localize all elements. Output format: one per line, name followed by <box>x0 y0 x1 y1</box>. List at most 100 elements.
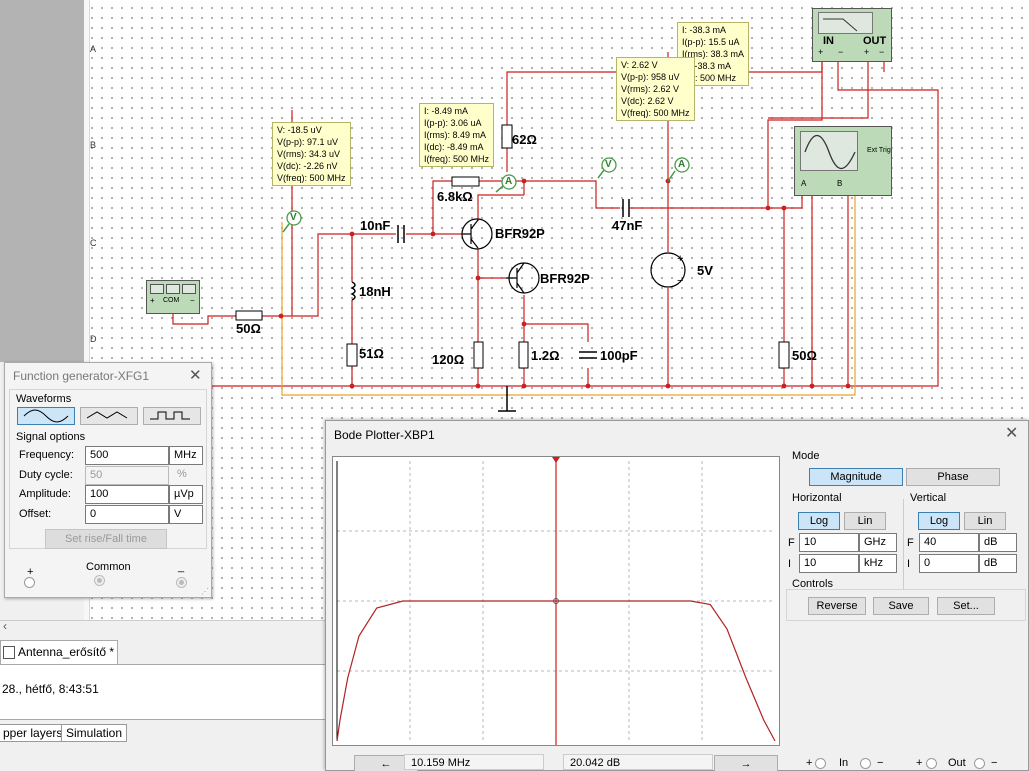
signal-options-label: Signal options <box>16 431 86 443</box>
label-v-5v[interactable]: 5V <box>697 263 713 278</box>
close-icon[interactable]: ✕ <box>1005 426 1018 442</box>
vsrc-minus: − <box>677 275 683 287</box>
in-plus-terminal[interactable] <box>815 758 826 769</box>
label-c-47nf[interactable]: 47nF <box>612 218 642 233</box>
vertical-label: Vertical <box>910 492 947 504</box>
frequency-input[interactable]: 500 <box>85 446 169 465</box>
label-r-6k8[interactable]: 6.8kΩ <box>437 189 473 204</box>
label-q2[interactable]: BFR92P <box>540 271 590 286</box>
in-plus-label: + <box>806 757 813 769</box>
resize-grip-icon[interactable]: ⋰ <box>201 587 209 596</box>
v-final-input[interactable]: 40 <box>919 533 979 552</box>
scroll-left-icon[interactable]: ‹ <box>3 619 7 633</box>
h-final-input[interactable]: 10 <box>799 533 859 552</box>
probe-line: V(dc): -2.26 nV <box>277 161 338 171</box>
h-final-label: F <box>788 537 795 549</box>
probe-line: V(p-p): 958 uV <box>621 72 680 82</box>
oscilloscope-instrument[interactable]: Ext Trig A B <box>794 126 892 196</box>
label-r-62[interactable]: 62Ω <box>512 132 537 147</box>
horizontal-lin-button[interactable]: Lin <box>844 512 886 530</box>
sine-wave-icon <box>23 409 69 423</box>
tab-simulation[interactable]: Simulation <box>61 724 128 742</box>
horizontal-log-button[interactable]: Log <box>798 512 840 530</box>
vertical-lin-button[interactable]: Lin <box>964 512 1006 530</box>
label-c-10nf[interactable]: 10nF <box>360 218 390 233</box>
phase-button[interactable]: Phase <box>906 468 1000 486</box>
h-initial-label: I <box>788 558 792 570</box>
set-rise-fall-button[interactable]: Set rise/Fall time <box>45 529 167 549</box>
cursor-right-button[interactable]: → <box>714 755 778 771</box>
plus-terminal-radio[interactable] <box>24 577 35 588</box>
frequency-unit[interactable]: MHz <box>169 446 203 465</box>
out-minus-terminal[interactable] <box>974 758 985 769</box>
probe-line: V(rms): 34.3 uV <box>277 149 341 159</box>
ext-trig-label: Ext Trig <box>867 147 891 154</box>
tab-upper-layers[interactable]: pper layers <box>0 724 68 742</box>
mode-label: Mode <box>792 450 820 462</box>
channel-a-label: A <box>801 179 807 188</box>
bode-plotter-instrument[interactable]: IN OUT + − + − <box>812 8 892 62</box>
label-ind-18nh[interactable]: 18nH <box>359 284 391 299</box>
square-wave-button[interactable] <box>143 407 201 425</box>
label-r-50-left[interactable]: 50Ω <box>236 321 261 336</box>
triangle-wave-button[interactable] <box>80 407 138 425</box>
function-generator-instrument[interactable]: + COM − <box>146 280 200 314</box>
probe-voltage-input: V: -18.5 uV V(p-p): 97.1 uV V(rms): 34.3… <box>272 122 351 186</box>
frequency-readout: 10.159 MHz <box>404 754 544 770</box>
voltmeter-icon: V <box>290 212 297 223</box>
magnitude-readout: 20.042 dB <box>563 754 713 770</box>
save-button[interactable]: Save <box>873 597 929 615</box>
triangle-wave-icon <box>86 411 128 419</box>
amplitude-label: Amplitude: <box>19 488 71 500</box>
label-r-1k2[interactable]: 1.2Ω <box>531 348 560 363</box>
label-r-51[interactable]: 51Ω <box>359 346 384 361</box>
amplitude-input[interactable]: 100 <box>85 485 169 504</box>
out-label: Out <box>948 757 966 769</box>
cursor-marker-icon <box>552 457 560 463</box>
bode-pin-label: + <box>818 47 824 57</box>
document-icon <box>3 646 15 660</box>
magnitude-button[interactable]: Magnitude <box>809 468 903 486</box>
offset-unit[interactable]: V <box>169 505 203 524</box>
h-final-unit[interactable]: GHz <box>859 533 897 552</box>
label-q1[interactable]: BFR92P <box>495 226 545 241</box>
minus-terminal-radio <box>176 577 187 588</box>
horizontal-scrollbar[interactable]: ‹ <box>0 619 325 633</box>
tab-label: Antenna_erősítő * <box>18 645 115 659</box>
label-r-50-right[interactable]: 50Ω <box>792 348 817 363</box>
fgen-pin-label: + <box>150 296 155 305</box>
v-final-label: F <box>907 537 914 549</box>
out-plus-terminal[interactable] <box>926 758 937 769</box>
vertical-log-button[interactable]: Log <box>918 512 960 530</box>
v-initial-unit[interactable]: dB <box>979 554 1017 573</box>
bode-plot-area[interactable] <box>332 456 780 746</box>
reverse-button[interactable]: Reverse <box>808 597 866 615</box>
close-icon[interactable]: ✕ <box>189 368 202 383</box>
duty-cycle-input: 50 <box>85 466 169 485</box>
bode-display-icon <box>818 12 873 34</box>
channel-b-label: B <box>837 179 843 188</box>
fgen-com-label: COM <box>163 297 180 304</box>
probe-line: I(freq): 500 MHz <box>424 154 490 164</box>
duty-cycle-label: Duty cycle: <box>19 469 73 481</box>
h-initial-unit[interactable]: kHz <box>859 554 897 573</box>
amplitude-unit[interactable]: µVp <box>169 485 203 504</box>
h-initial-input[interactable]: 10 <box>799 554 859 573</box>
v-initial-input[interactable]: 0 <box>919 554 979 573</box>
offset-input[interactable]: 0 <box>85 505 169 524</box>
v-initial-label: I <box>907 558 911 570</box>
v-final-unit[interactable]: dB <box>979 533 1017 552</box>
probe-line: V(dc): 2.62 V <box>621 96 674 106</box>
probe-line: V(p-p): 97.1 uV <box>277 137 339 147</box>
in-minus-terminal[interactable] <box>860 758 871 769</box>
probe-line: I(dc): -8.49 mA <box>424 142 484 152</box>
tab-antenna-erosito[interactable]: Antenna_erősítő * <box>0 640 118 664</box>
probe-line: I: -38.3 mA <box>682 25 727 35</box>
duty-cycle-unit: % <box>177 468 187 480</box>
bode-pin-label: − <box>879 47 885 57</box>
out-plus-label: + <box>916 757 923 769</box>
label-r-120[interactable]: 120Ω <box>432 352 464 367</box>
sine-wave-button[interactable] <box>17 407 75 425</box>
set-button[interactable]: Set... <box>937 597 995 615</box>
label-c-100pf[interactable]: 100pF <box>600 348 638 363</box>
